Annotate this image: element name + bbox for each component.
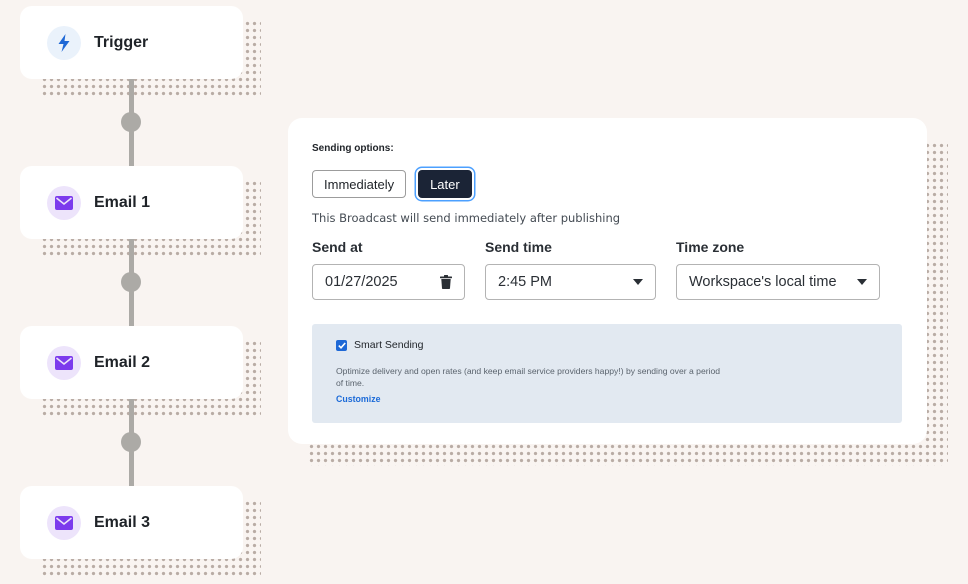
time-zone-group: Time zone Workspace's local time <box>676 236 880 300</box>
sending-options-panel: Sending options: Immediately Later This … <box>288 118 927 444</box>
send-time-group: Send time 2:45 PM <box>485 236 656 300</box>
envelope-icon <box>47 185 81 220</box>
time-zone-label: Time zone <box>676 239 745 255</box>
send-at-value: 01/27/2025 <box>325 274 398 290</box>
flow-node-trigger[interactable]: Trigger <box>20 6 243 79</box>
caret-down-icon <box>857 279 867 285</box>
time-zone-select[interactable]: Workspace's local time <box>676 264 880 300</box>
connector-node-dot <box>121 112 141 132</box>
smart-sending-checkbox[interactable] <box>336 339 347 351</box>
connector-node-dot <box>121 432 141 452</box>
smart-sending-row: Smart Sending <box>336 338 902 352</box>
send-at-group: Send at 01/27/2025 <box>312 236 465 300</box>
node-label: Email 3 <box>94 513 151 531</box>
trash-icon[interactable] <box>440 275 452 289</box>
send-time-select[interactable]: 2:45 PM <box>485 264 656 300</box>
customize-link[interactable]: Customize <box>336 394 380 404</box>
connector-node-dot <box>121 272 141 292</box>
flow-node-email-1[interactable]: Email 1 <box>20 166 243 239</box>
time-zone-value: Workspace's local time <box>689 274 837 290</box>
send-time-value: 2:45 PM <box>498 274 552 290</box>
envelope-icon <box>47 345 81 380</box>
smart-sending-label: Smart Sending <box>354 339 424 351</box>
send-mode-toggle: Immediately Later <box>312 170 903 198</box>
node-label: Trigger <box>94 33 149 51</box>
node-label: Email 2 <box>94 353 151 371</box>
sending-options-title: Sending options: <box>312 143 394 154</box>
envelope-icon <box>47 505 81 540</box>
caret-down-icon <box>633 279 643 285</box>
lightning-bolt-icon <box>47 25 81 60</box>
node-label: Email 1 <box>94 193 151 211</box>
smart-sending-description: Optimize delivery and open rates (and ke… <box>336 366 721 388</box>
schedule-fields: Send at 01/27/2025 Send time 2:45 PM Tim… <box>312 236 903 300</box>
flow-node-email-2[interactable]: Email 2 <box>20 326 243 399</box>
send-at-label: Send at <box>312 239 363 255</box>
send-helper-text: This Broadcast will send immediately aft… <box>312 211 621 225</box>
immediately-button[interactable]: Immediately <box>312 170 407 198</box>
send-at-date-input[interactable]: 01/27/2025 <box>312 264 465 300</box>
flow-node-email-3[interactable]: Email 3 <box>20 486 243 559</box>
checkmark-icon <box>337 341 346 349</box>
later-button[interactable]: Later <box>418 170 472 198</box>
smart-sending-box: Smart Sending Optimize delivery and open… <box>312 324 902 423</box>
send-time-label: Send time <box>485 239 552 255</box>
